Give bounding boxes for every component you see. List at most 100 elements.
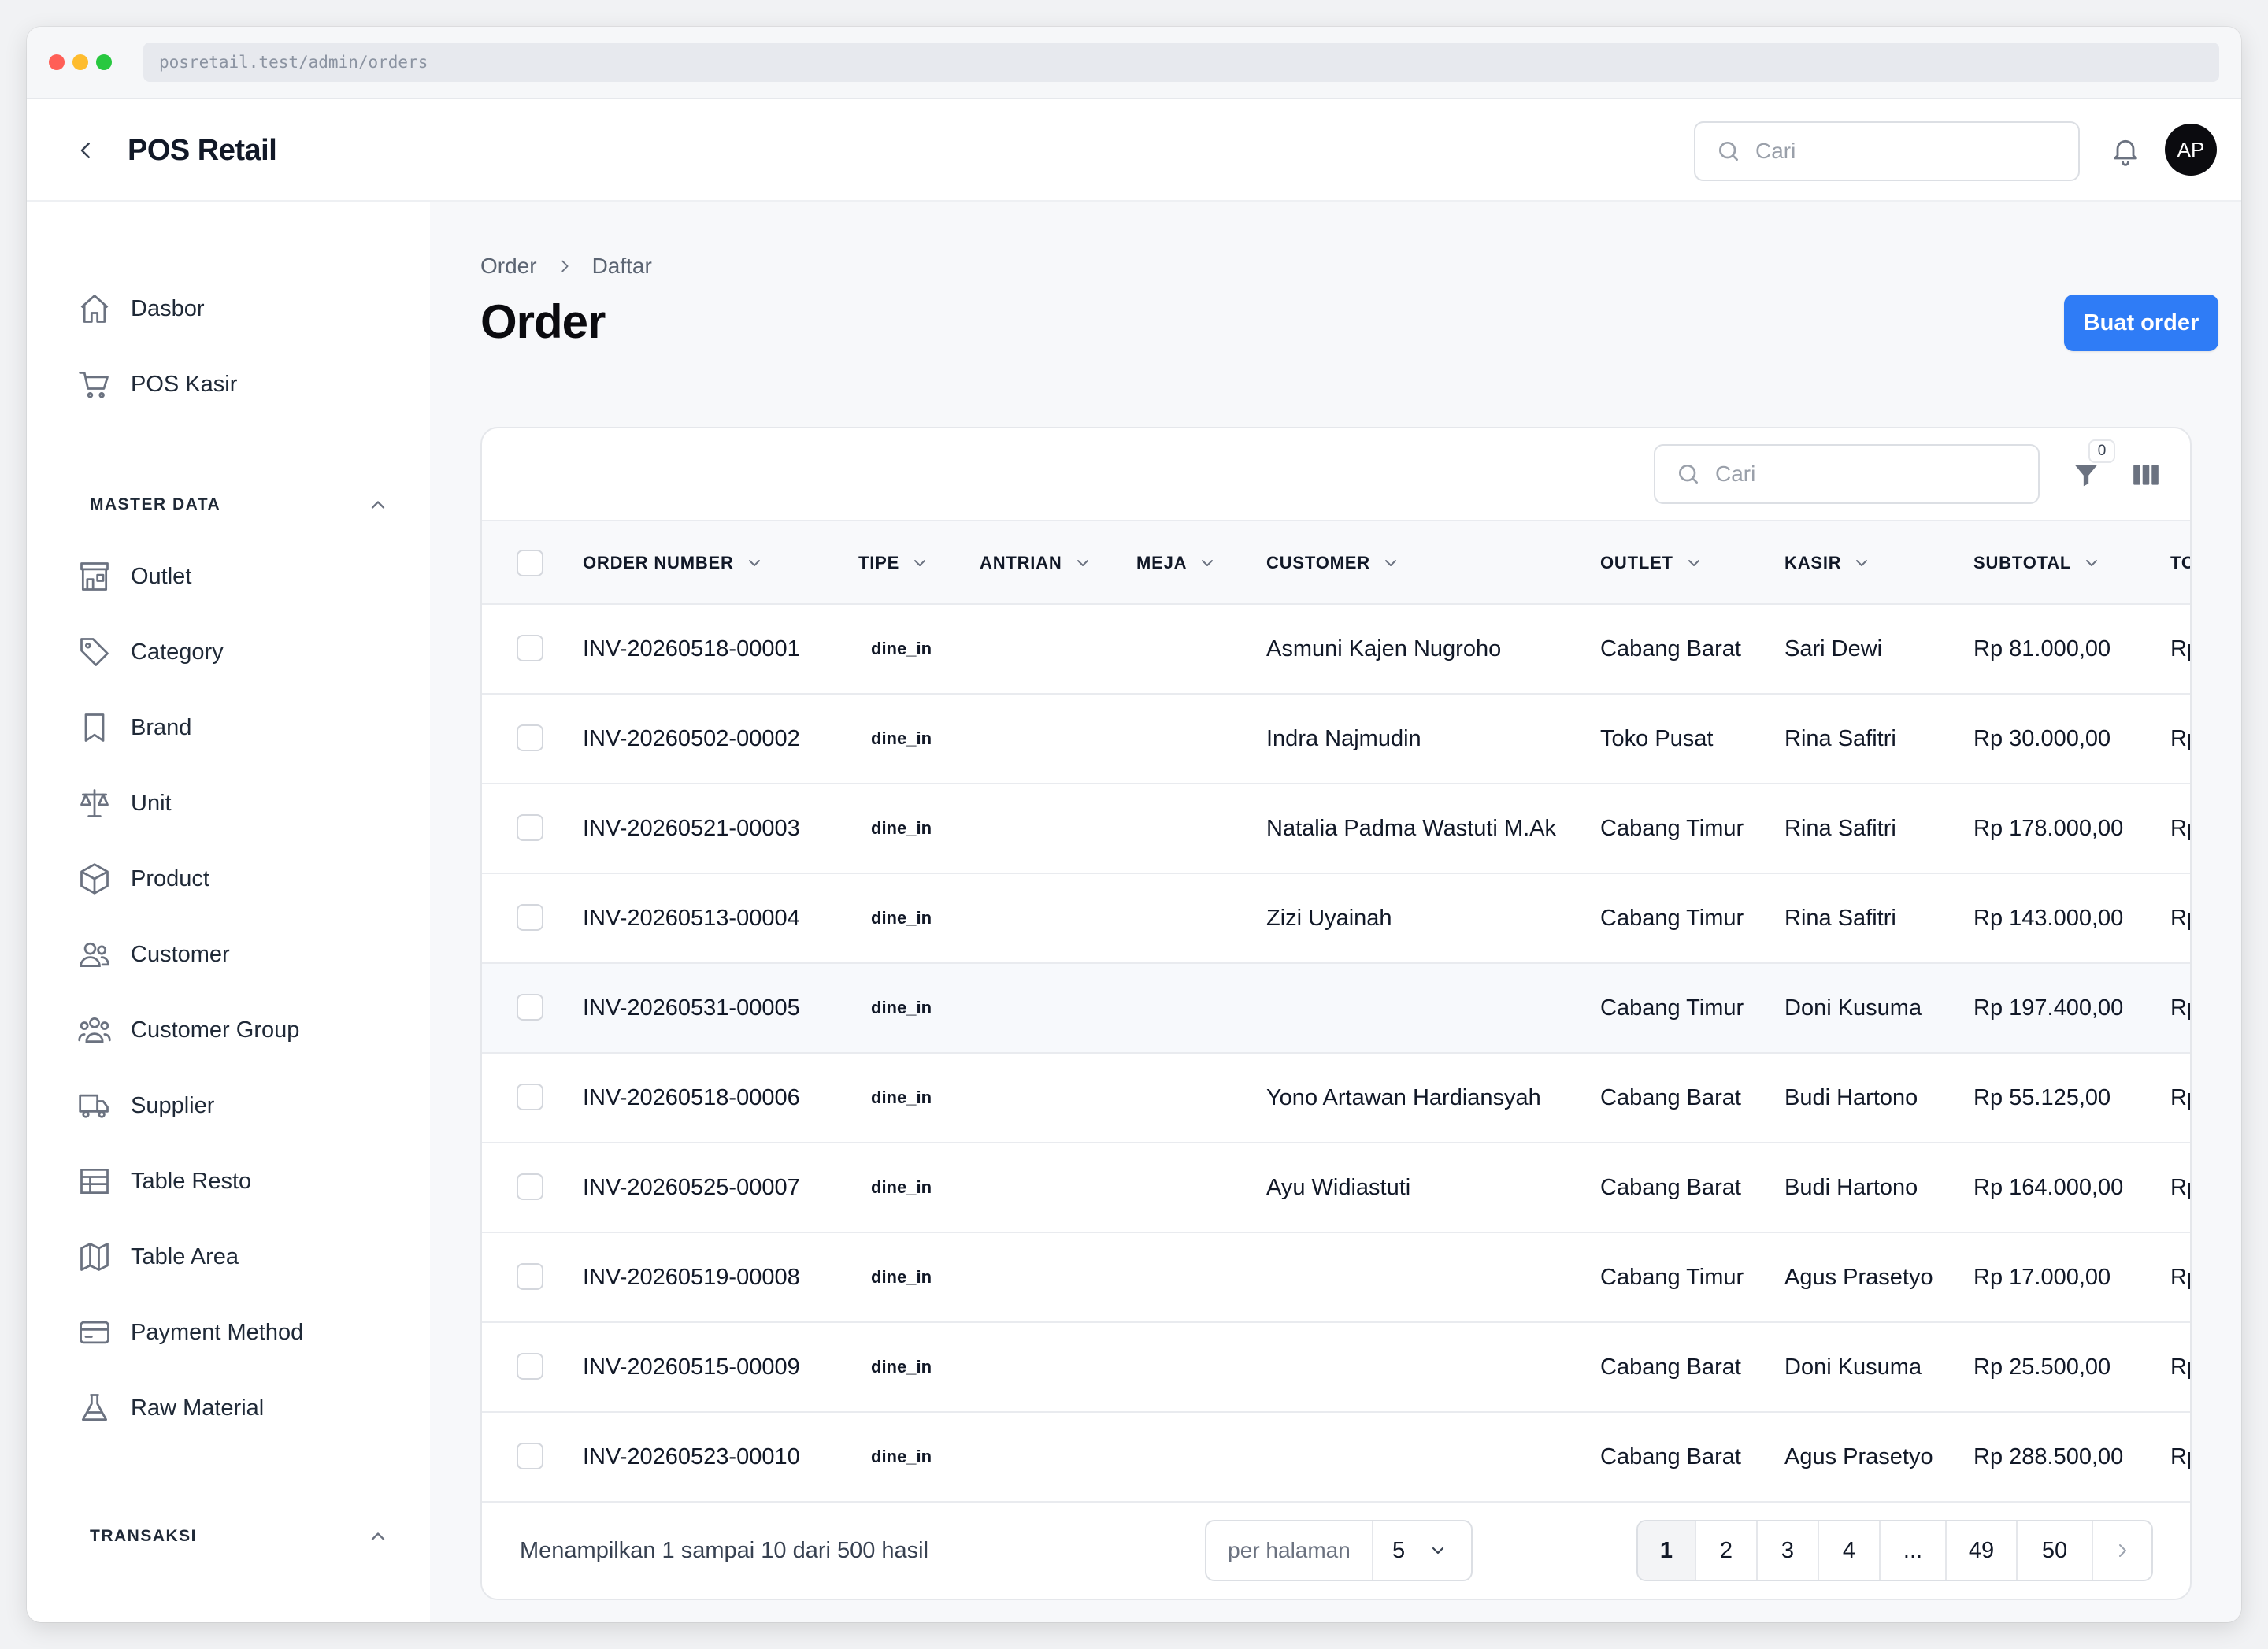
cell-customer: Zizi Uyainah — [1266, 905, 1392, 931]
breadcrumb-order-link[interactable]: Order — [480, 254, 537, 279]
table-row[interactable]: INV-20260521-00003 dine_in Natalia Padma W… — [482, 784, 2190, 874]
table-row[interactable]: INV-20260518-00001 dine_in Asmuni Kajen Nu… — [482, 605, 2190, 695]
bookmark-icon — [76, 709, 113, 747]
row-checkbox[interactable] — [517, 1263, 543, 1290]
next-page-button[interactable] — [2093, 1521, 2151, 1580]
row-checkbox[interactable] — [517, 635, 543, 661]
row-checkbox[interactable] — [517, 1353, 543, 1380]
sidebar-item-unit[interactable]: Unit — [76, 780, 172, 827]
sidebar-item-table-resto[interactable]: Table Resto — [76, 1158, 251, 1205]
maximize-window-button[interactable] — [96, 54, 112, 70]
sidebar-item-outlet[interactable]: Outlet — [76, 553, 191, 600]
row-checkbox[interactable] — [517, 814, 543, 841]
row-checkbox[interactable] — [517, 1084, 543, 1110]
sidebar-item-raw-material[interactable]: Raw Material — [76, 1384, 264, 1432]
close-window-button[interactable] — [49, 54, 65, 70]
column-header-customer[interactable]: CUSTOMER — [1266, 521, 1400, 605]
address-bar[interactable]: posretail.test/admin/orders — [143, 43, 2219, 82]
row-checkbox[interactable] — [517, 724, 543, 751]
column-header-order-number[interactable]: ORDER NUMBER — [583, 521, 764, 605]
cell-subtotal: Rp 197.400,00 — [1973, 995, 2124, 1021]
table-row[interactable]: INV-20260515-00009 dine_in Cabang Barat Don… — [482, 1323, 2190, 1413]
page-button-50[interactable]: 50 — [2018, 1521, 2093, 1580]
cell-tipe: dine_in — [871, 1267, 932, 1287]
row-checkbox[interactable] — [517, 994, 543, 1021]
cell-subtotal: Rp 17.000,00 — [1973, 1264, 2111, 1290]
cell-total: Rp — [2170, 905, 2190, 931]
cube-icon — [76, 860, 113, 898]
sidebar-item-supplier[interactable]: Supplier — [76, 1082, 214, 1129]
row-checkbox[interactable] — [517, 1443, 543, 1469]
page-title: Order — [480, 295, 606, 348]
table-row[interactable]: INV-20260523-00010 dine_in Cabang Barat Agu… — [482, 1413, 2190, 1503]
table-row[interactable]: INV-20260502-00002 dine_in Indra Najmudin T… — [482, 695, 2190, 784]
sidebar-item-customer-group[interactable]: Customer Group — [76, 1006, 299, 1054]
sidebar-item-brand[interactable]: Brand — [76, 704, 191, 751]
table-search[interactable] — [1654, 444, 2040, 504]
cell-subtotal: Rp 25.500,00 — [1973, 1354, 2111, 1380]
minimize-window-button[interactable] — [72, 54, 88, 70]
page-button-2[interactable]: 2 — [1696, 1521, 1758, 1580]
table-header: ORDER NUMBER TIPE ANTRIAN MEJA CUSTOMER … — [482, 521, 2190, 605]
cell-outlet: Cabang Timur — [1600, 1264, 1744, 1290]
cell-outlet: Cabang Timur — [1600, 815, 1744, 841]
column-header-tipe[interactable]: TIPE — [858, 521, 929, 605]
sidebar-item-dasbor[interactable]: Dasbor — [76, 285, 205, 332]
tag-icon — [76, 633, 113, 671]
chevron-down-icon — [1381, 554, 1400, 573]
sidebar-item-category[interactable]: Category — [76, 628, 224, 676]
page-button-1[interactable]: 1 — [1638, 1521, 1696, 1580]
beaker-icon — [76, 1389, 113, 1427]
column-header-outlet[interactable]: OUTLET — [1600, 521, 1703, 605]
section-transaksi[interactable]: TRANSAKSI — [90, 1517, 389, 1556]
column-header-kasir[interactable]: KASIR — [1784, 521, 1871, 605]
table-icon — [76, 1162, 113, 1200]
cell-total: Rp — [2170, 636, 2190, 661]
per-page-dropdown[interactable]: 5 — [1373, 1521, 1471, 1580]
user-group-icon — [76, 1011, 113, 1049]
user-avatar[interactable]: AP — [2165, 124, 2217, 176]
cell-customer: Asmuni Kajen Nugroho — [1266, 636, 1502, 661]
table-row[interactable]: INV-20260513-00004 dine_in Zizi Uyainah Cab… — [482, 874, 2190, 964]
per-page-select[interactable]: per halaman 5 — [1205, 1520, 1473, 1581]
section-master-data[interactable]: MASTER DATA — [90, 485, 389, 524]
table-row[interactable]: INV-20260525-00007 dine_in Ayu Widiastuti C… — [482, 1143, 2190, 1233]
sidebar-item-payment-method[interactable]: Payment Method — [76, 1309, 303, 1356]
cell-total: Rp — [2170, 815, 2190, 841]
column-toggle-button[interactable] — [2125, 454, 2167, 496]
per-page-value: 5 — [1392, 1537, 1406, 1563]
notifications-button[interactable] — [2106, 131, 2145, 170]
cell-customer: Yono Artawan Hardiansyah — [1266, 1084, 1541, 1110]
column-header-total[interactable]: TO — [2170, 521, 2190, 605]
cell-total: Rp — [2170, 1443, 2190, 1469]
select-all-checkbox[interactable] — [517, 550, 543, 576]
cell-order-number: INV-20260515-00009 — [583, 1354, 800, 1380]
row-checkbox[interactable] — [517, 1173, 543, 1200]
column-header-antrian[interactable]: ANTRIAN — [980, 521, 1092, 605]
cell-tipe: dine_in — [871, 1357, 932, 1377]
cell-tipe: dine_in — [871, 1177, 932, 1197]
page-button-4[interactable]: 4 — [1819, 1521, 1881, 1580]
table-row[interactable]: INV-20260519-00008 dine_in Cabang Timur Agu… — [482, 1233, 2190, 1323]
chevron-down-icon — [910, 554, 929, 573]
create-order-button[interactable]: Buat order — [2064, 295, 2218, 351]
global-search[interactable] — [1694, 121, 2080, 181]
sidebar-item-product[interactable]: Product — [76, 855, 209, 902]
back-button[interactable] — [66, 131, 106, 170]
cell-kasir: Rina Safitri — [1784, 905, 1896, 931]
page-button-49[interactable]: 49 — [1947, 1521, 2018, 1580]
sidebar-item-table-area[interactable]: Table Area — [76, 1233, 239, 1280]
column-header-subtotal[interactable]: SUBTOTAL — [1973, 521, 2101, 605]
global-search-input[interactable] — [1755, 139, 2039, 164]
cell-total: Rp — [2170, 1174, 2190, 1200]
page-button-3[interactable]: 3 — [1758, 1521, 1819, 1580]
table-search-input[interactable] — [1715, 461, 1999, 487]
column-header-meja[interactable]: MEJA — [1136, 521, 1217, 605]
sidebar-item-pos-kasir[interactable]: POS Kasir — [76, 361, 237, 408]
cell-order-number: INV-20260531-00005 — [583, 995, 800, 1021]
table-row[interactable]: INV-20260531-00005 dine_in Cabang Timur Don… — [482, 964, 2190, 1054]
row-checkbox[interactable] — [517, 904, 543, 931]
table-row[interactable]: INV-20260518-00006 dine_in Yono Artawan Ha… — [482, 1054, 2190, 1143]
sidebar-item-customer[interactable]: Customer — [76, 931, 230, 978]
pagination-ellipsis: ... — [1881, 1521, 1947, 1580]
